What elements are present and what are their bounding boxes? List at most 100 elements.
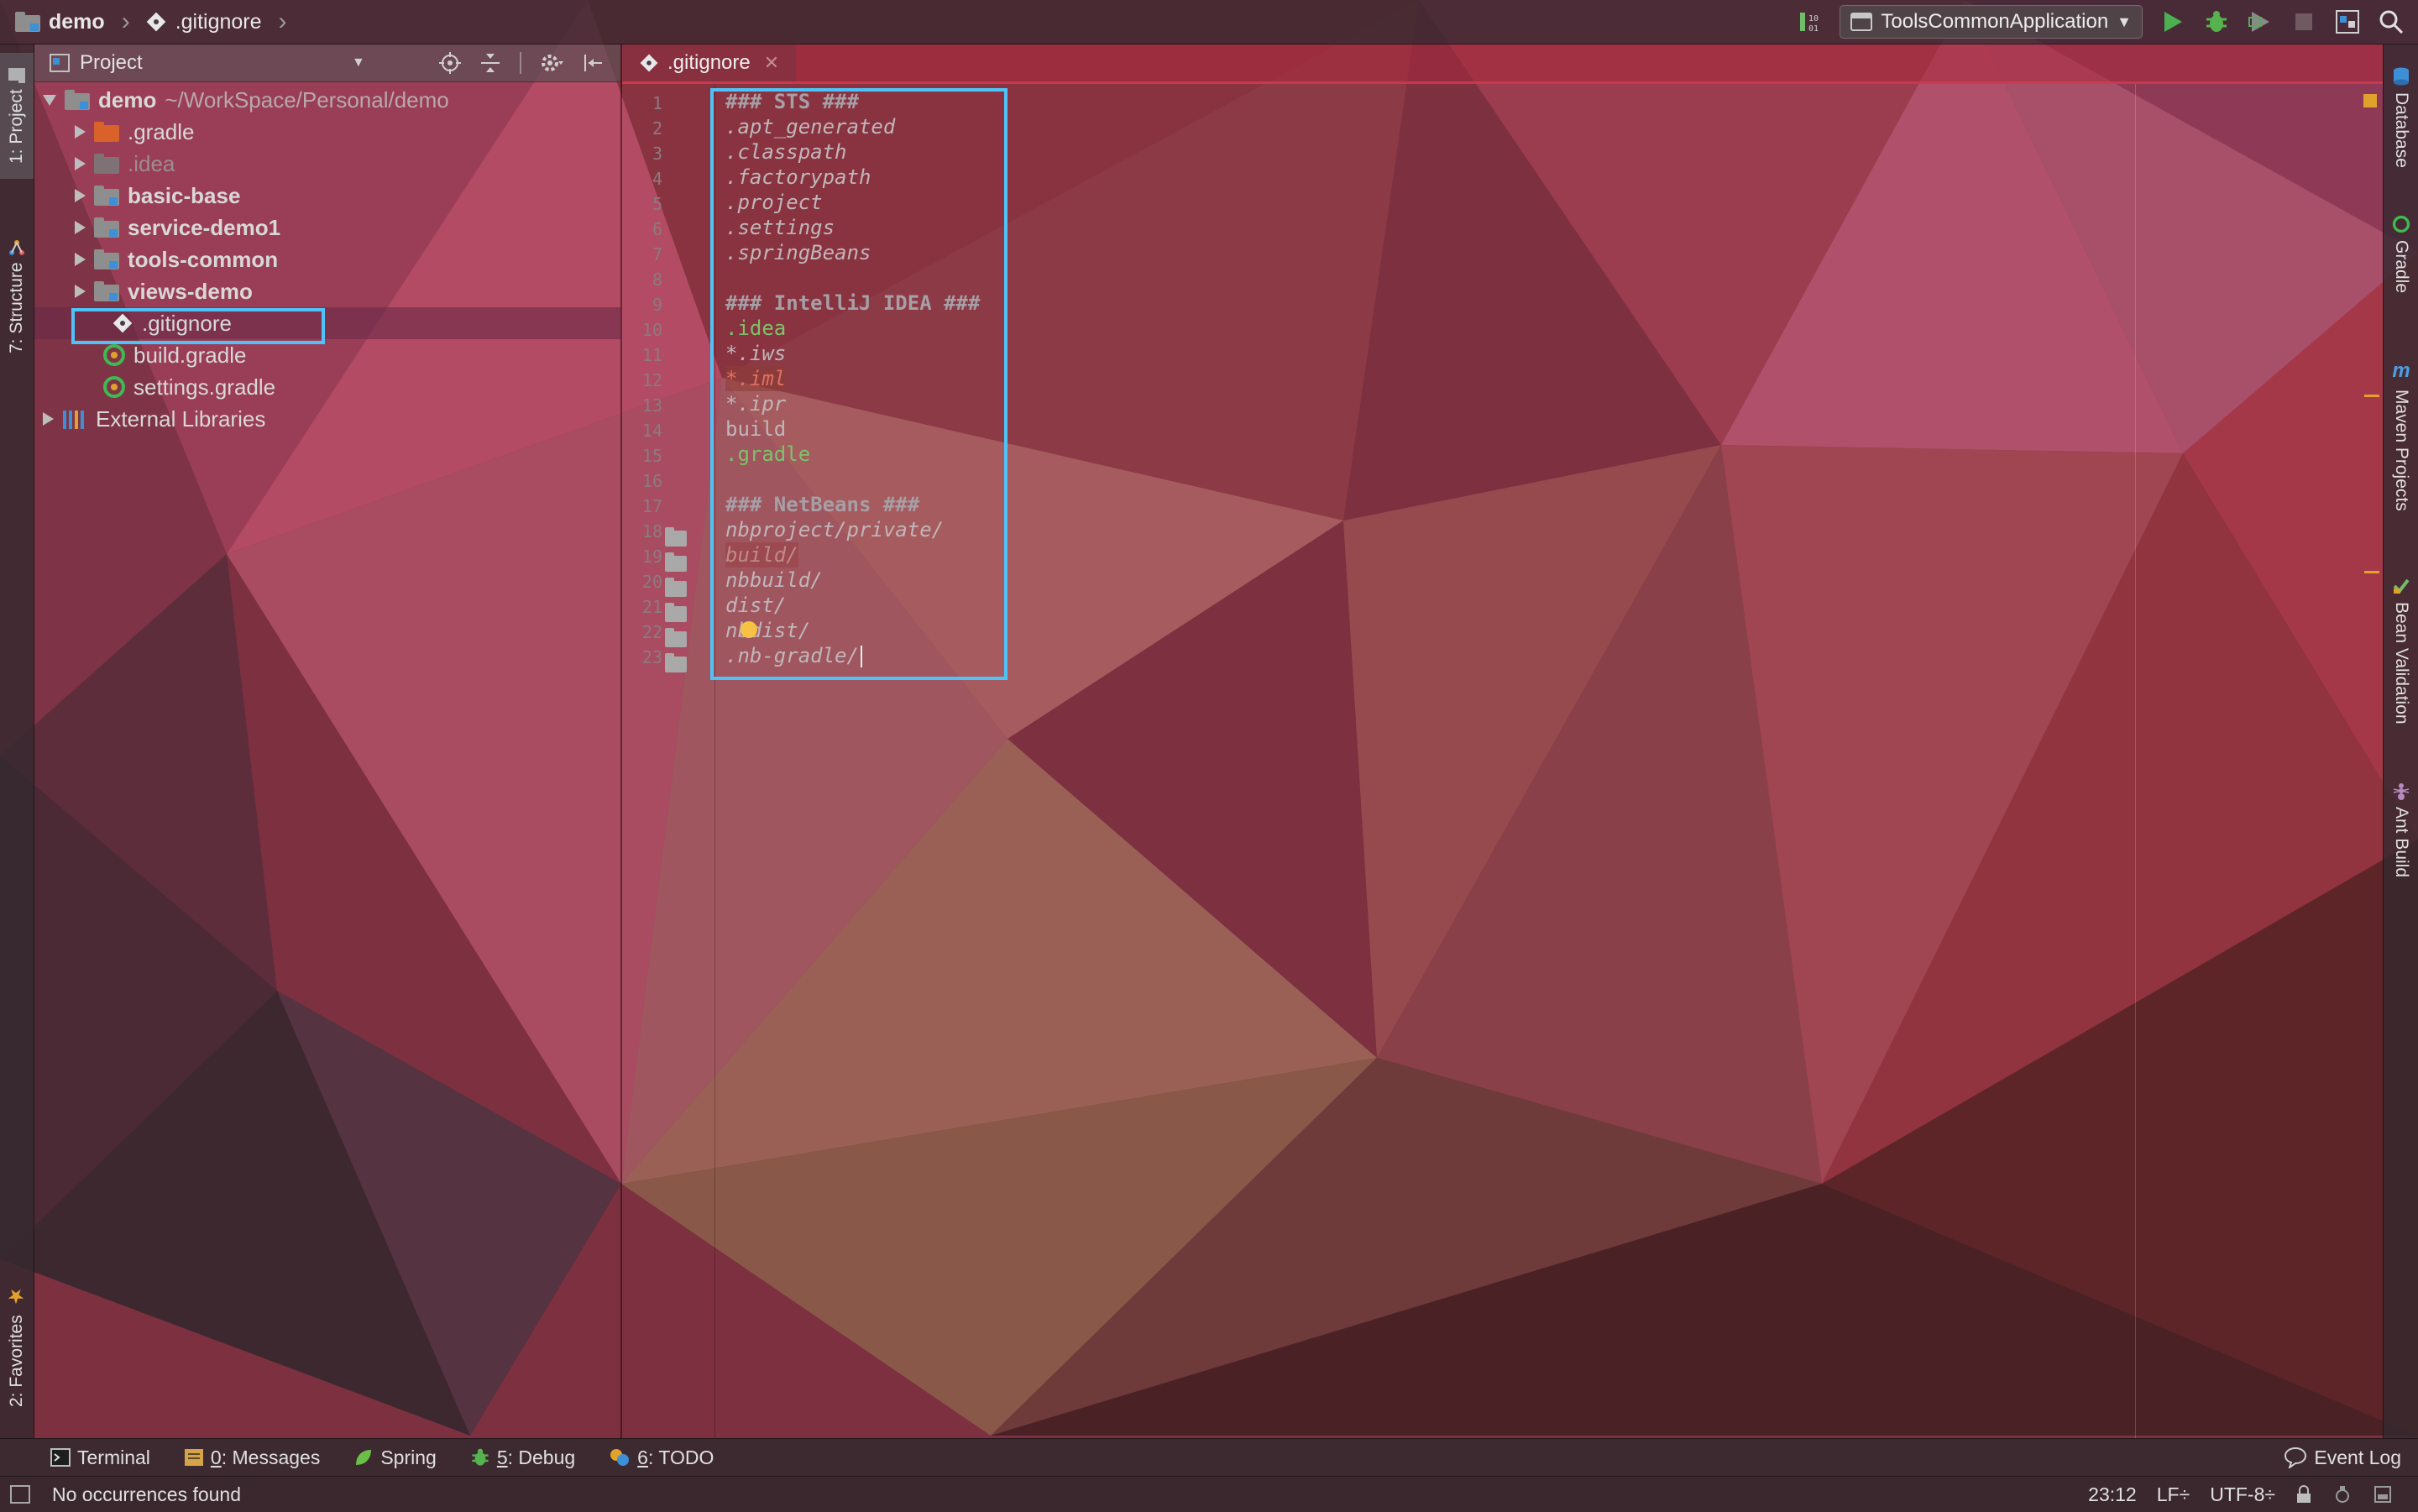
line-number: 15	[641, 446, 662, 466]
caret-position[interactable]: 23:12	[2088, 1483, 2137, 1506]
tree-item-gradle-folder[interactable]: .gradle	[75, 116, 195, 148]
tree-item-basic-base[interactable]: basic-base	[75, 180, 240, 212]
navigation-bar: demo › .gitignore › 10 01 ToolsCommonAppl…	[0, 0, 2418, 44]
tool-tab-structure-label: 7: Structure	[7, 262, 26, 354]
lock-icon[interactable]	[2295, 1485, 2312, 1504]
inspector-icon[interactable]	[2332, 1484, 2353, 1504]
tree-item-tools-common[interactable]: tools-common	[75, 243, 278, 275]
tree-item-root[interactable]: demo ~/WorkSpace/Personal/demo	[43, 84, 449, 116]
tool-tab-gradle-label: Gradle	[2392, 240, 2411, 294]
todo-button[interactable]: 6: TODO	[609, 1447, 714, 1469]
locate-icon[interactable]	[439, 52, 461, 74]
tool-tab-structure[interactable]: 7: Structure	[0, 204, 34, 389]
view-mode-dropdown-icon[interactable]: ▼	[352, 55, 365, 71]
memory-indicator-icon[interactable]	[2373, 1484, 2393, 1504]
status-bar: No occurrences found 23:12 LF÷ UTF-8÷	[0, 1476, 2418, 1512]
tree-item-external-libraries[interactable]: External Libraries	[43, 403, 265, 435]
event-log-button[interactable]: Event Log	[2284, 1447, 2401, 1469]
expand-arrow-icon[interactable]	[43, 412, 54, 426]
tool-tab-maven[interactable]: m Maven Projects	[2384, 330, 2418, 540]
folder-icon[interactable]	[665, 653, 687, 672]
collapse-all-icon[interactable]	[479, 52, 501, 74]
folder-icon[interactable]	[665, 527, 687, 547]
line-number: 16	[641, 471, 662, 491]
tool-tab-bean-validation[interactable]: Bean Validation	[2384, 558, 2418, 743]
tree-item-label: .gradle	[128, 118, 195, 144]
warning-status-icon[interactable]	[2363, 94, 2377, 107]
spring-button[interactable]: Spring	[353, 1447, 437, 1469]
line-number: 9	[652, 295, 662, 315]
divider	[520, 52, 521, 74]
breadcrumb-project-label: demo	[49, 9, 105, 34]
expand-arrow-icon[interactable]	[75, 125, 86, 139]
breadcrumb: demo › .gitignore ›	[0, 0, 287, 44]
folder-icon[interactable]	[665, 578, 687, 597]
messages-button[interactable]: 0: Messages	[184, 1447, 320, 1469]
toolbar-right: 10 01 ToolsCommonApplication ▼	[1796, 0, 2418, 44]
tree-item-views-demo[interactable]: views-demo	[75, 275, 253, 307]
module-folder-icon	[65, 90, 90, 110]
svg-text:10: 10	[1808, 14, 1819, 24]
annotation-box-gitignore-file	[71, 308, 325, 344]
debug-button[interactable]: 5: Debug	[470, 1447, 575, 1469]
tree-root-path: ~/WorkSpace/Personal/demo	[165, 86, 449, 112]
tree-item-settings-gradle[interactable]: settings.gradle	[103, 371, 275, 403]
breadcrumb-file[interactable]: .gitignore ›	[130, 8, 287, 36]
right-tool-strip: Database Gradle m Maven Projects Bean Va…	[2383, 44, 2418, 1438]
project-structure-icon[interactable]	[2334, 8, 2361, 35]
line-number: 1	[652, 93, 662, 113]
event-log-label: Event Log	[2314, 1446, 2401, 1468]
debug-icon[interactable]	[2203, 8, 2230, 35]
tool-tab-database[interactable]: Database	[2384, 55, 2418, 180]
breadcrumb-project[interactable]: demo ›	[0, 8, 130, 36]
warning-stripe-mark[interactable]	[2364, 395, 2379, 397]
search-icon[interactable]	[2378, 8, 2405, 35]
tool-tab-ant[interactable]: Ant Build	[2384, 766, 2418, 892]
gradle-icon	[2392, 216, 2410, 233]
line-number: 20	[641, 572, 662, 592]
panel-toggle-icon[interactable]	[10, 1485, 30, 1504]
run-icon[interactable]	[2159, 8, 2186, 35]
tool-tab-project[interactable]: 1: Project	[0, 53, 34, 179]
tool-tab-gradle[interactable]: Gradle	[2384, 204, 2418, 305]
file-encoding[interactable]: UTF-8÷	[2210, 1483, 2275, 1506]
status-message: No occurrences found	[52, 1483, 242, 1505]
terminal-icon	[50, 1448, 71, 1467]
line-number: 4	[652, 169, 662, 189]
line-separator[interactable]: LF÷	[2157, 1483, 2190, 1506]
line-number: 8	[652, 269, 662, 290]
warning-stripe-mark[interactable]	[2364, 571, 2379, 573]
build-icon[interactable]: 10 01	[1796, 8, 1823, 35]
expand-arrow-icon[interactable]	[75, 221, 86, 234]
folder-icon[interactable]	[665, 603, 687, 622]
editor-tab-gitignore[interactable]: .gitignore ✕	[622, 44, 797, 81]
hide-panel-icon[interactable]	[582, 52, 604, 74]
expand-arrow-icon[interactable]	[43, 94, 56, 106]
folder-icon[interactable]	[665, 628, 687, 647]
expand-arrow-icon[interactable]	[75, 189, 86, 202]
tree-item-idea-folder[interactable]: .idea	[75, 148, 175, 180]
line-number: 13	[641, 395, 662, 416]
svg-text:01: 01	[1808, 24, 1819, 34]
expand-arrow-icon[interactable]	[75, 285, 86, 298]
tree-item-label: .idea	[128, 150, 175, 176]
tree-item-service-demo1[interactable]: service-demo1	[75, 212, 280, 243]
folder-icon[interactable]	[665, 552, 687, 572]
tool-tab-favorites[interactable]: 2: Favorites ★	[0, 1270, 34, 1421]
chevron-right-icon: ›	[121, 8, 130, 35]
maven-icon: m	[2392, 358, 2410, 382]
terminal-button[interactable]: Terminal	[50, 1447, 150, 1469]
expand-arrow-icon[interactable]	[75, 253, 86, 266]
expand-arrow-icon[interactable]	[75, 157, 86, 170]
tree-item-label: settings.gradle	[133, 374, 276, 400]
gradle-icon	[103, 344, 125, 366]
tree-root-name: demo	[98, 86, 157, 112]
gear-icon[interactable]	[540, 52, 563, 74]
stop-icon[interactable]	[2290, 8, 2317, 35]
status-right: 23:12 LF÷ UTF-8÷	[2088, 1477, 2393, 1512]
tool-tab-maven-label: Maven Projects	[2392, 389, 2411, 511]
coverage-icon[interactable]	[2247, 8, 2274, 35]
close-icon[interactable]: ✕	[764, 52, 779, 74]
module-folder-icon	[94, 249, 119, 269]
run-configuration-select[interactable]: ToolsCommonApplication ▼	[1840, 5, 2143, 39]
